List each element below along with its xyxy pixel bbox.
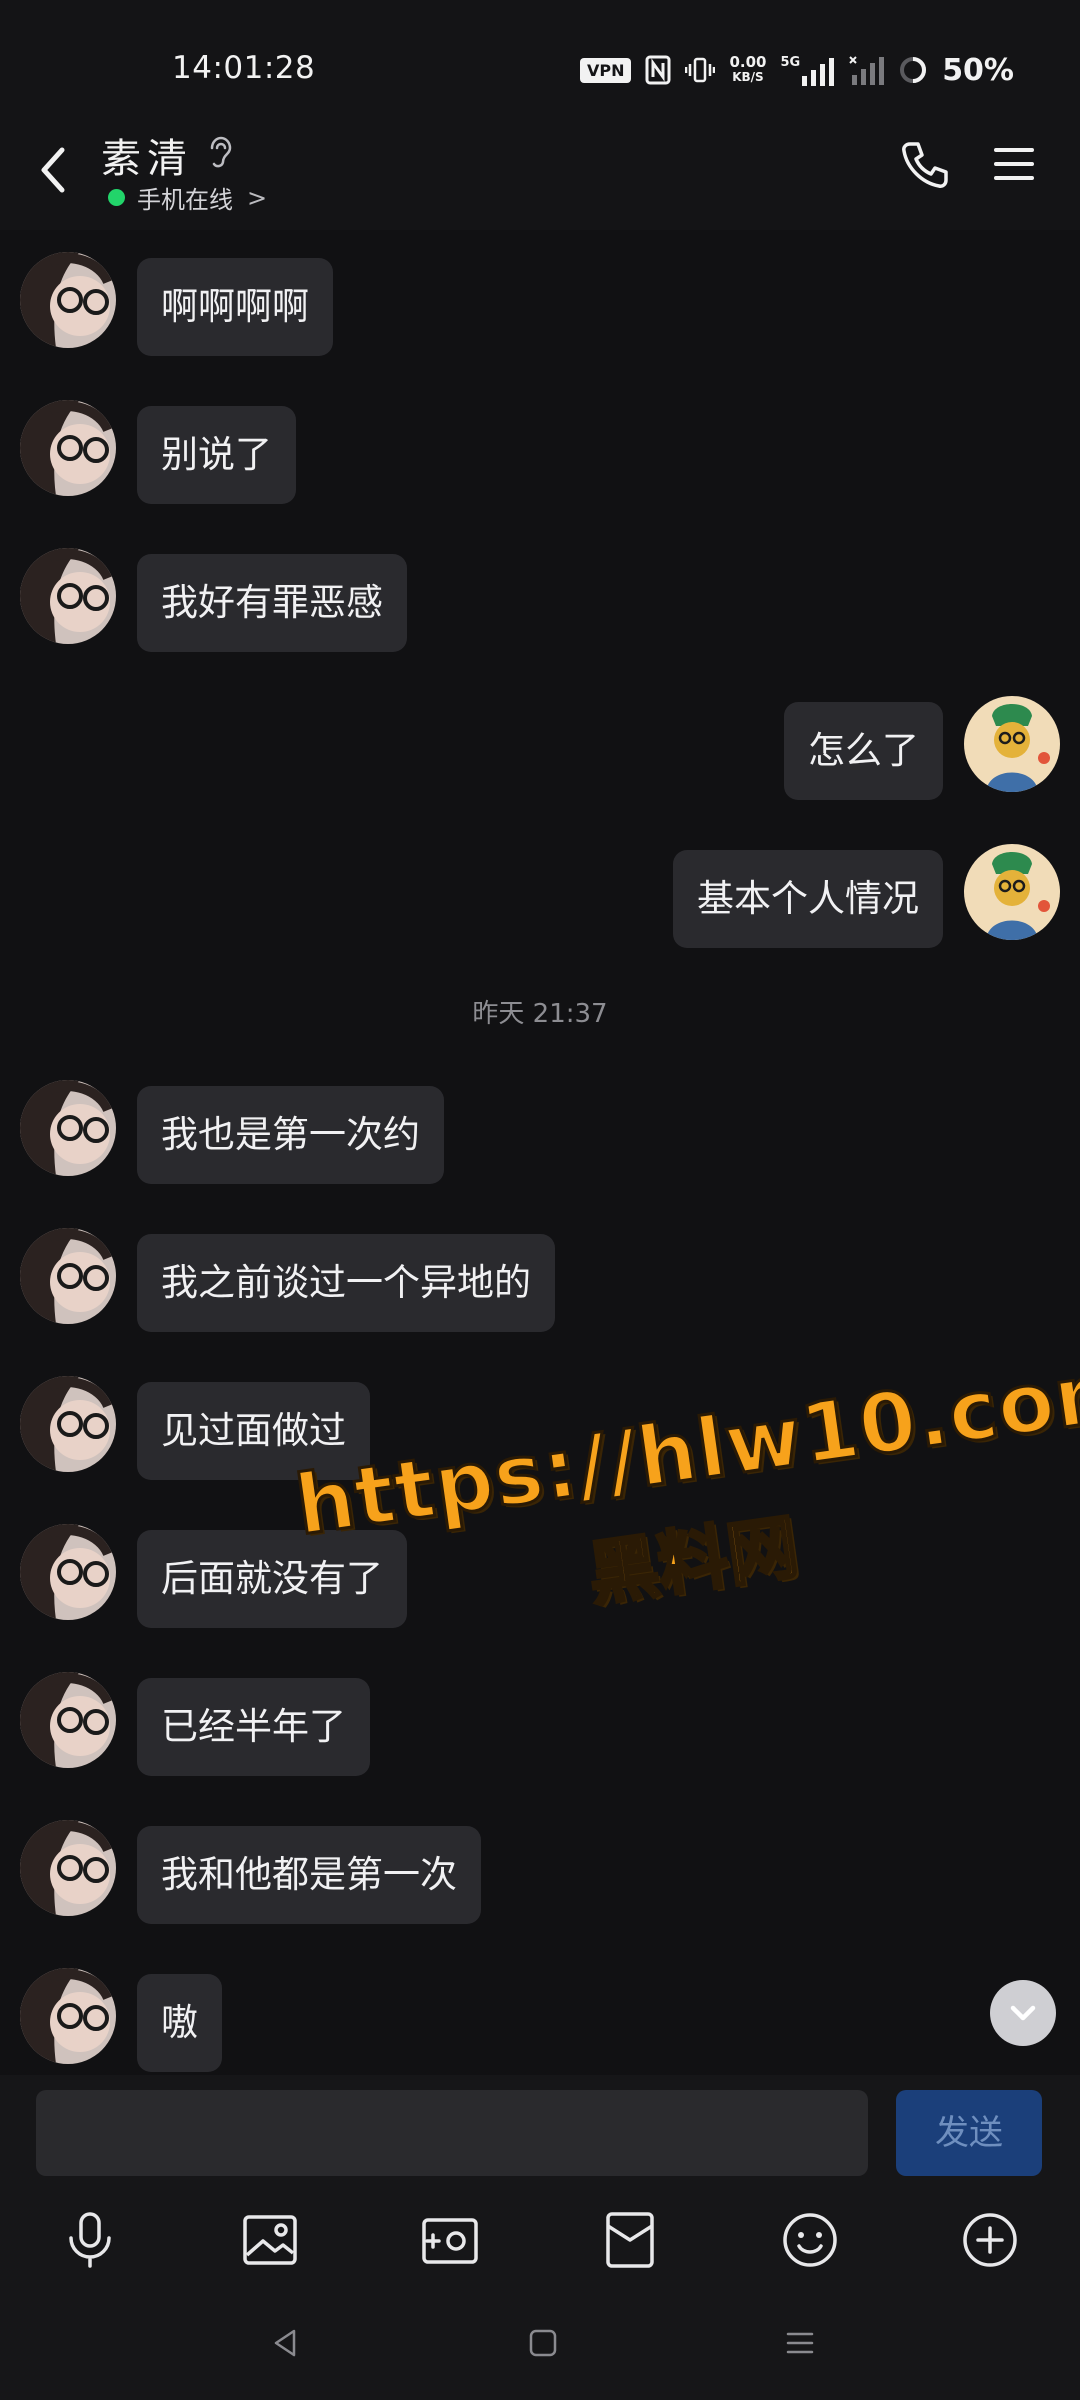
red-packet-icon	[606, 2212, 654, 2268]
battery-percent: 50%	[942, 52, 1014, 88]
message-row: 嗷	[0, 1968, 1080, 2072]
hamburger-menu-icon	[994, 148, 1034, 180]
contact-avatar[interactable]	[20, 1376, 116, 1472]
input-toolbar	[0, 2190, 1080, 2290]
time-divider: 昨天 21:37	[472, 999, 608, 1029]
contact-avatar[interactable]	[20, 1968, 116, 2064]
message-bubble[interactable]: 怎么了	[784, 702, 943, 800]
chevron-right-icon: >	[247, 183, 268, 212]
message-bubble[interactable]: 嗷	[137, 1974, 222, 2072]
input-bar: 发送	[0, 2075, 1080, 2190]
message-row: 我之前谈过一个异地的	[0, 1228, 1080, 1332]
message-bubble[interactable]: 别说了	[137, 406, 296, 504]
phone-icon	[902, 142, 948, 188]
message-row: 我好有罪恶感	[0, 548, 1080, 652]
back-arrow-icon	[41, 147, 65, 193]
online-status-text: 手机在线	[137, 186, 233, 214]
status-time: 14:01:28	[172, 50, 316, 86]
back-triangle-icon	[274, 2329, 296, 2357]
online-dot	[108, 189, 125, 206]
nav-home-button[interactable]	[518, 2318, 568, 2368]
message-row: 啊啊啊啊	[0, 252, 1080, 356]
message-row: 见过面做过	[0, 1376, 1080, 1480]
message-row: 我和他都是第一次	[0, 1820, 1080, 1924]
system-nav-bar	[0, 2290, 1080, 2400]
signal-strength-icon	[802, 57, 835, 86]
vpn-badge: VPN	[579, 57, 632, 83]
signal-5g: 5G	[780, 54, 835, 86]
message-bubble[interactable]: 我好有罪恶感	[137, 554, 407, 652]
message-row: 别说了	[0, 400, 1080, 504]
status-bar: 14:01:28 VPN 0.00 KB/S 5G 50%	[0, 0, 1080, 120]
recents-menu-icon	[786, 2332, 814, 2354]
more-menu-button[interactable]	[992, 142, 1036, 186]
home-square-icon	[529, 2329, 557, 2357]
microphone-icon	[69, 2212, 111, 2268]
message-row: 已经半年了	[0, 1672, 1080, 1776]
message-bubble[interactable]: 我也是第一次约	[137, 1086, 444, 1184]
net-speed-unit: KB/S	[732, 70, 764, 84]
camera-icon	[422, 2218, 478, 2264]
net-speed: 0.00 KB/S	[729, 55, 766, 85]
message-row: 我也是第一次约	[0, 1080, 1080, 1184]
message-input[interactable]	[36, 2090, 868, 2176]
contact-avatar[interactable]	[20, 1672, 116, 1768]
message-bubble[interactable]: 已经半年了	[137, 1678, 370, 1776]
network-type-label: 5G	[780, 54, 801, 70]
signal-weak-icon	[849, 56, 885, 85]
camera-button[interactable]	[418, 2208, 482, 2272]
vibrate-icon	[685, 57, 716, 83]
message-bubble[interactable]: 我之前谈过一个异地的	[137, 1234, 555, 1332]
my-avatar[interactable]	[964, 696, 1060, 792]
message-row: 基本个人情况	[0, 844, 1080, 948]
battery-ring-icon	[900, 57, 927, 83]
nav-recents-button[interactable]	[775, 2318, 825, 2368]
emoji-button[interactable]	[778, 2208, 842, 2272]
message-row: 后面就没有了	[0, 1524, 1080, 1628]
nav-back-button[interactable]	[260, 2318, 310, 2368]
emoji-icon	[783, 2213, 837, 2267]
chat-header: 素清 手机在线 >	[0, 120, 1080, 230]
message-list[interactable]: 啊啊啊啊 别说了 我好有罪恶感 怎么了 基本个人情况 昨天 21:37 我也是第…	[0, 230, 1080, 2075]
contact-avatar[interactable]	[20, 400, 116, 496]
image-icon	[243, 2215, 297, 2265]
message-bubble[interactable]: 啊啊啊啊	[137, 258, 333, 356]
message-bubble[interactable]: 我和他都是第一次	[137, 1826, 481, 1924]
contact-avatar[interactable]	[20, 1228, 116, 1324]
online-status-row[interactable]: 手机在线 >	[108, 180, 267, 215]
nfc-icon	[645, 55, 671, 85]
red-packet-button[interactable]	[598, 2208, 662, 2272]
status-icons: VPN 0.00 KB/S 5G 50%	[579, 50, 1014, 90]
voice-input-button[interactable]	[58, 2208, 122, 2272]
more-actions-button[interactable]	[958, 2208, 1022, 2272]
message-bubble[interactable]: 基本个人情况	[673, 850, 943, 948]
send-button[interactable]: 发送	[896, 2090, 1042, 2176]
back-button[interactable]	[28, 134, 76, 204]
ear-icon[interactable]	[206, 134, 236, 172]
message-bubble[interactable]: 后面就没有了	[137, 1530, 407, 1628]
contact-avatar[interactable]	[20, 1080, 116, 1176]
chevron-down-icon	[1010, 2005, 1036, 2021]
contact-name[interactable]: 素清	[101, 126, 193, 184]
scroll-to-bottom-button[interactable]	[990, 1980, 1056, 2046]
message-bubble[interactable]: 见过面做过	[137, 1382, 370, 1480]
contact-avatar[interactable]	[20, 1524, 116, 1620]
my-avatar[interactable]	[964, 844, 1060, 940]
contact-avatar[interactable]	[20, 1820, 116, 1916]
photo-button[interactable]	[238, 2208, 302, 2272]
net-speed-value: 0.00	[729, 53, 767, 71]
contact-avatar[interactable]	[20, 548, 116, 644]
plus-icon	[963, 2213, 1017, 2267]
contact-avatar[interactable]	[20, 252, 116, 348]
voice-call-button[interactable]	[898, 138, 952, 192]
message-row: 怎么了	[0, 696, 1080, 800]
